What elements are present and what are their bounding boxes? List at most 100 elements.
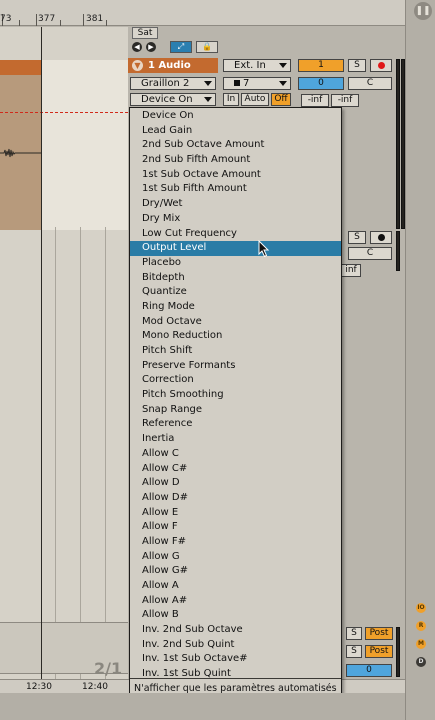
menu-item[interactable]: 2nd Sub Octave Amount — [130, 138, 341, 153]
menu-item[interactable]: Allow A# — [130, 594, 341, 609]
pan-field[interactable]: C — [348, 247, 392, 260]
menu-item[interactable]: Allow E — [130, 506, 341, 521]
ruler-tick — [83, 14, 84, 26]
sat-label: Sat — [132, 27, 158, 39]
menu-item[interactable]: Placebo — [130, 256, 341, 271]
ruler-tick — [60, 20, 61, 26]
master-volume-field[interactable]: 0 — [346, 664, 392, 677]
menu-separator — [130, 678, 341, 679]
menu-item[interactable]: Snap Range — [130, 403, 341, 418]
parameter-dropdown-menu[interactable]: Device On Lead Gain 2nd Sub Octave Amount 2… — [129, 107, 342, 699]
menu-item[interactable]: Ring Mode — [130, 300, 341, 315]
monitor-auto-button[interactable]: Auto — [241, 93, 269, 106]
send-b-field[interactable]: -inf — [331, 94, 359, 107]
time-label: 12:30 — [26, 682, 52, 692]
ruler-mark: 377 — [38, 14, 56, 24]
nav-right-icon[interactable]: ▶ — [146, 42, 156, 52]
ruler-tick — [19, 20, 20, 26]
lock-icon[interactable]: 🔒 — [196, 41, 218, 53]
fold-icon[interactable]: ▼ — [132, 60, 143, 71]
menu-item[interactable]: Dry/Wet — [130, 197, 341, 212]
returns-toggle-icon[interactable]: R — [416, 621, 426, 631]
menu-item[interactable]: Quantize — [130, 285, 341, 300]
menu-item[interactable]: Allow D# — [130, 491, 341, 506]
menu-item[interactable]: Low Cut Frequency — [130, 227, 341, 242]
automation-line[interactable] — [0, 112, 128, 113]
nav-left-icon[interactable]: ◀ — [132, 42, 142, 52]
menu-item[interactable]: Inv. 1st Sub Quint — [130, 667, 341, 682]
menu-item[interactable]: Pitch Smoothing — [130, 388, 341, 403]
menu-item[interactable]: Inv. 1st Sub Octave# — [130, 652, 341, 667]
menu-item[interactable]: Allow B — [130, 608, 341, 623]
menu-item[interactable]: 1st Sub Fifth Amount — [130, 182, 341, 197]
menu-item[interactable]: Mono Reduction — [130, 329, 341, 344]
menu-item[interactable]: Dry Mix — [130, 212, 341, 227]
level-meter — [396, 231, 400, 271]
input-channel-select[interactable]: 7 — [223, 77, 291, 90]
arrangement-view[interactable] — [0, 27, 128, 693]
menu-item[interactable]: Lead Gain — [130, 124, 341, 139]
menu-item[interactable]: Device On — [130, 109, 341, 124]
menu-item[interactable]: Allow D — [130, 476, 341, 491]
post-button[interactable]: Post — [365, 627, 393, 640]
menu-item[interactable]: Inv. 2nd Sub Quint — [130, 638, 341, 653]
send-a-field[interactable]: -inf — [301, 94, 329, 107]
menu-item[interactable]: Mod Octave — [130, 315, 341, 330]
menu-item[interactable]: Bitdepth — [130, 271, 341, 286]
pause-icon[interactable]: ❚❚ — [414, 2, 432, 20]
menu-item[interactable]: Preserve Formants — [130, 359, 341, 374]
menu-item[interactable]: Allow C# — [130, 462, 341, 477]
ruler-tick — [36, 14, 37, 26]
track-title[interactable]: ▼ 1 Audio — [128, 58, 218, 73]
menu-item[interactable]: Correction — [130, 373, 341, 388]
follow-button[interactable]: ⤢ — [170, 41, 192, 53]
audio-clip-header[interactable] — [0, 60, 42, 75]
mixer-toggle-icon[interactable]: M — [416, 639, 426, 649]
loop-region — [42, 60, 128, 230]
arm-button[interactable] — [370, 231, 392, 244]
parameter-select[interactable]: Device On — [130, 93, 216, 106]
device-select[interactable]: Graillon 2 — [130, 77, 216, 90]
menu-item-list: Device On Lead Gain 2nd Sub Octave Amount 2… — [130, 109, 341, 682]
solo-button[interactable]: S — [346, 645, 362, 658]
channel-icon — [234, 80, 240, 86]
volume-field[interactable]: 0 — [298, 77, 344, 90]
arm-button[interactable] — [370, 59, 392, 72]
menu-item[interactable]: Allow F# — [130, 535, 341, 550]
menu-item[interactable]: Output Level — [130, 241, 341, 256]
post-button[interactable]: Post — [365, 645, 393, 658]
ruler-mark: 381 — [86, 14, 104, 24]
waveform-icon — [0, 148, 42, 158]
playhead[interactable] — [41, 27, 42, 693]
send-field[interactable]: inf — [341, 264, 361, 277]
menu-item[interactable]: Allow F — [130, 520, 341, 535]
bottom-bar — [0, 693, 405, 720]
input-channel-value: 7 — [243, 78, 250, 89]
pan-field[interactable]: C — [348, 77, 392, 90]
menu-item[interactable]: Allow G — [130, 550, 341, 565]
menu-item[interactable]: Inertia — [130, 432, 341, 447]
menu-item[interactable]: Allow A — [130, 579, 341, 594]
menu-item[interactable]: Pitch Shift — [130, 344, 341, 359]
solo-button[interactable]: S — [346, 627, 362, 640]
menu-item[interactable]: 1st Sub Octave Amount — [130, 168, 341, 183]
time-label: 12:40 — [82, 682, 108, 692]
solo-button[interactable]: S — [348, 231, 366, 244]
delay-toggle-icon[interactable]: D — [416, 657, 426, 667]
io-toggle-icon[interactable]: IO — [416, 603, 426, 613]
timeline-ruler[interactable]: 73 377 381 — [0, 0, 405, 26]
level-meter — [396, 627, 400, 677]
menu-item[interactable]: Reference — [130, 417, 341, 432]
track-activator[interactable]: 1 — [298, 59, 344, 72]
menu-item[interactable]: Allow C — [130, 447, 341, 462]
track-name: 1 Audio — [148, 60, 191, 71]
menu-item[interactable]: 2nd Sub Fifth Amount — [130, 153, 341, 168]
input-type-select[interactable]: Ext. In — [223, 59, 291, 72]
ruler-tick — [106, 20, 107, 26]
solo-button[interactable]: S — [348, 59, 366, 72]
menu-item[interactable]: Inv. 2nd Sub Octave — [130, 623, 341, 638]
menu-item[interactable]: Allow G# — [130, 564, 341, 579]
monitor-off-button[interactable]: Off — [271, 93, 291, 106]
page-indicator: 2/1 — [94, 659, 123, 678]
monitor-in-button[interactable]: In — [223, 93, 239, 106]
